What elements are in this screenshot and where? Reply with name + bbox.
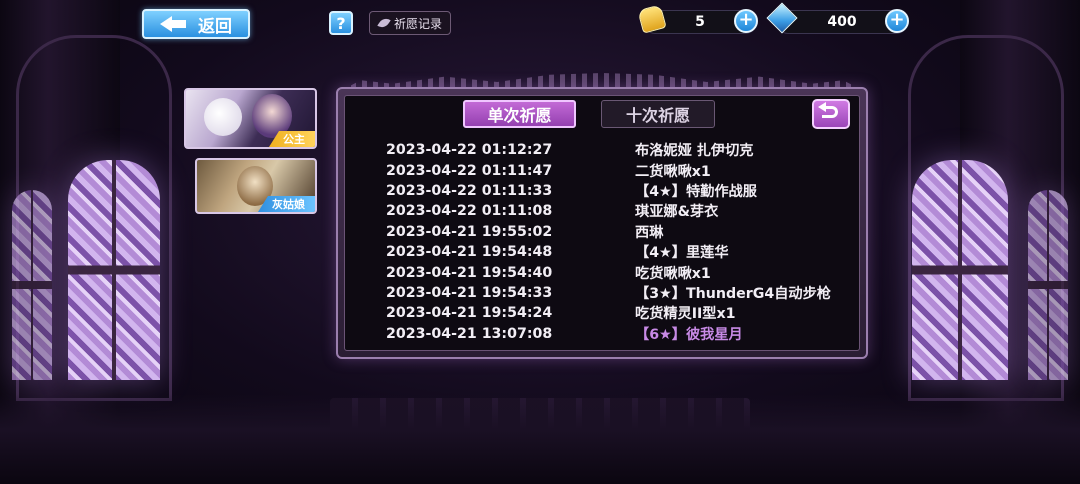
right-stained-glass-window [912, 160, 1008, 380]
record-item: 西琳 [635, 224, 664, 241]
currency-bell: 5 + [637, 4, 758, 34]
left-stained-glass-window [68, 160, 160, 380]
record-row: 2023-04-21 19:54:24 吃货精灵II型x1 [386, 303, 856, 323]
tab-single-wish[interactable]: 单次祈愿 [463, 100, 576, 128]
character-tag: 灰姑娘 [258, 196, 315, 212]
record-time: 2023-04-21 19:54:48 [386, 244, 553, 261]
tab-ten-wish[interactable]: 十次祈愿 [601, 100, 715, 128]
return-button[interactable] [812, 99, 850, 129]
wish-record-list: 2023-04-22 01:12:27 布洛妮娅 扎伊切克 2023-04-22 0… [386, 140, 856, 344]
record-row: 2023-04-21 13:07:08 【6★】彼我星月 [386, 324, 856, 344]
record-item: 【4★】里莲华 [635, 245, 729, 262]
record-time: 2023-04-22 01:12:27 [386, 142, 553, 159]
add-crystal-button[interactable]: + [885, 9, 909, 33]
hall-floor [0, 394, 1080, 484]
add-bell-button[interactable]: + [734, 9, 758, 33]
back-button[interactable]: 返回 [142, 9, 250, 39]
back-button-label: 返回 [198, 16, 232, 37]
record-item: 吃货精灵II型x1 [635, 306, 736, 323]
currency-crystal: 400 + [766, 2, 909, 34]
record-time: 2023-04-21 19:54:24 [386, 305, 553, 322]
record-time: 2023-04-21 13:07:08 [386, 325, 553, 342]
return-arrowhead-icon [818, 102, 826, 112]
help-button[interactable]: ? [329, 11, 353, 35]
wish-record-label: 祈愿记录 [393, 16, 442, 31]
record-item: 二货啾啾x1 [635, 163, 711, 180]
record-time: 2023-04-21 19:54:33 [386, 284, 553, 301]
record-row: 2023-04-21 19:54:40 吃货啾啾x1 [386, 262, 856, 282]
record-row: 2023-04-22 01:11:33 【4★】特勤作战服 [386, 181, 856, 201]
back-arrow-icon [160, 16, 186, 32]
record-item: 【3★】ThunderG4自动步枪 [635, 285, 831, 302]
right-stained-glass-window-small [1028, 190, 1068, 380]
record-row: 2023-04-22 01:11:08 琪亚娜&芽衣 [386, 201, 856, 221]
record-item: 【4★】特勤作战服 [635, 183, 757, 200]
record-row: 2023-04-21 19:54:33 【3★】ThunderG4自动步枪 [386, 283, 856, 303]
record-item: 琪亚娜&芽衣 [635, 204, 719, 221]
record-row: 2023-04-22 01:11:47 二货啾啾x1 [386, 160, 856, 180]
record-item: 布洛妮娅 扎伊切克 [635, 143, 754, 160]
record-item: 吃货啾啾x1 [635, 265, 711, 282]
record-row: 2023-04-21 19:54:48 【4★】里莲华 [386, 242, 856, 262]
character-portrait [204, 98, 242, 136]
left-stained-glass-window-small [12, 190, 52, 380]
record-time: 2023-04-22 01:11:33 [386, 182, 553, 199]
wish-record-button[interactable]: 祈愿记录 [369, 11, 451, 35]
record-row: 2023-04-22 01:12:27 布洛妮娅 扎伊切克 [386, 140, 856, 160]
character-card-cinderella[interactable]: 灰姑娘 [195, 158, 317, 214]
record-time: 2023-04-22 01:11:08 [386, 203, 553, 220]
record-time: 2023-04-22 01:11:47 [386, 162, 553, 179]
character-card-princess[interactable]: 公主 [184, 88, 317, 149]
record-time: 2023-04-21 19:54:40 [386, 264, 553, 281]
record-time: 2023-04-21 19:55:02 [386, 223, 553, 240]
quill-icon [378, 17, 390, 29]
record-row: 2023-04-21 19:55:02 西琳 [386, 222, 856, 242]
record-item: 【6★】彼我星月 [635, 326, 743, 343]
help-icon: ? [336, 13, 346, 33]
